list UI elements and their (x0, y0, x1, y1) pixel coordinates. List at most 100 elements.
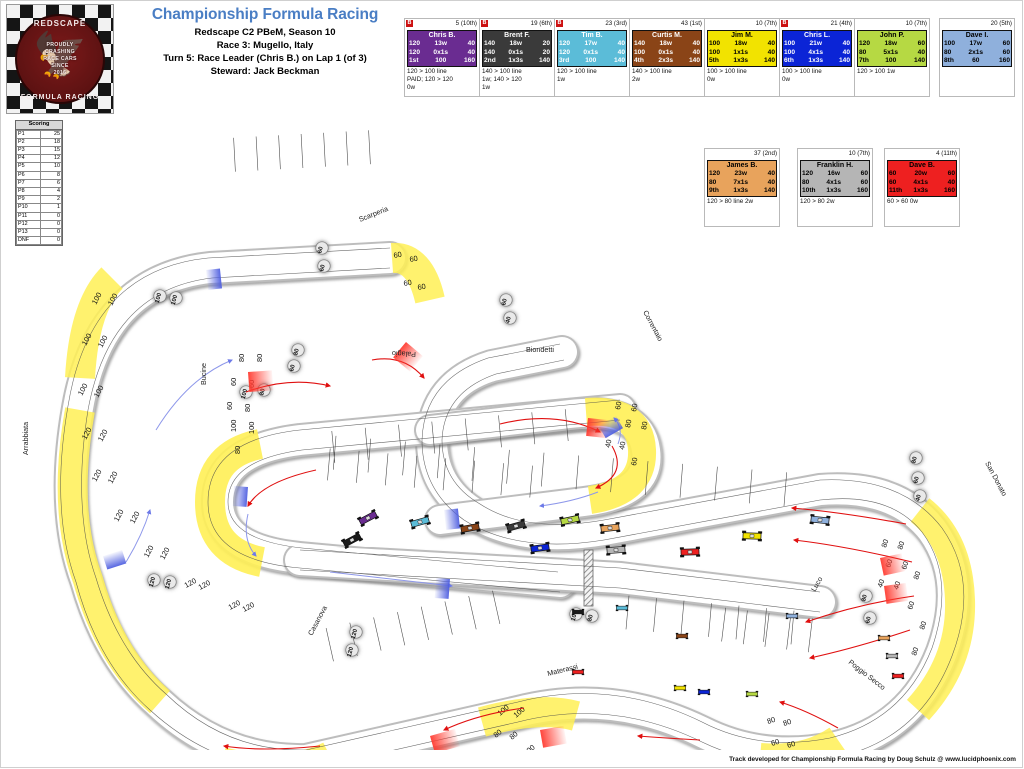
player-card[interactable]: 20 (5th) Dave I. 100 17w 60 80 2x1s 60 8… (939, 18, 1015, 97)
corner-speed-number: 80 (917, 620, 928, 631)
card-stat-row: 140 18w 40 (634, 40, 700, 47)
driver-name: Chris L. (803, 32, 831, 39)
card-stats: 120 17w 40 120 0x1s 40 3rd 100 140 (558, 40, 626, 66)
header: 🦅 PROUDLY CRASHING RACE CARS SINCE 2016 REDS… (0, 0, 1024, 227)
brake-badge: B (406, 20, 413, 27)
corner-label: Arrabbiata (21, 422, 30, 455)
card-note (940, 67, 1014, 96)
corner-label: Correntaio (641, 309, 665, 343)
logo-ring-top: REDSCAPE (33, 19, 87, 28)
logo-ring-bottom: FORMULA RACING (20, 94, 100, 101)
car-token[interactable] (356, 508, 380, 528)
card-stats: 140 18w 40 100 0x1s 40 4th 2x3s 140 (633, 40, 701, 66)
player-card[interactable]: 43 (1st) Curtis M. 140 18w 40 100 0x1s 4… (629, 18, 705, 97)
card-points: 23 (3rd) (605, 20, 627, 27)
card-points: 43 (1st) (681, 20, 702, 27)
car-token[interactable] (605, 544, 627, 556)
redscape-logo: 🦅 PROUDLY CRASHING RACE CARS SINCE 2016 REDS… (6, 4, 114, 114)
corner-speed-number: 60 (629, 457, 639, 467)
card-stat-row: 100 1x1s 40 (709, 48, 775, 56)
card-points: 19 (6th) (530, 20, 552, 27)
card-stat-row: 6th 1x3s 140 (784, 57, 850, 65)
corner-speed-number: 80 (766, 715, 777, 726)
corner-speed-number: 60 (393, 250, 403, 260)
player-card[interactable]: B 5 (10th) Chris B. 120 13w 40 120 0x1s … (404, 18, 480, 97)
card-stat-row: 3rd 100 140 (559, 57, 625, 65)
card-stat-row: 120 0x1s 40 (409, 48, 475, 56)
card-points: 10 (7th) (905, 20, 927, 27)
player-card[interactable]: B 19 (6th) Brent F. 140 18w 20 140 0x1s … (479, 18, 555, 97)
corner-speed-number: 100 (247, 422, 256, 434)
speed-chit: 60 (911, 471, 925, 485)
corner-label: Poggio Secco (847, 657, 887, 691)
car-token[interactable] (679, 546, 701, 558)
card-stat-row: 1st 100 160 (409, 57, 475, 65)
card-note: 120 > 100 1w (857, 67, 895, 75)
driver-name: Brent F. (504, 32, 530, 39)
corner-speed-number: 80 (237, 354, 246, 362)
card-stats: 100 21w 40 100 4x1s 40 6th 1x3s 140 (783, 40, 851, 66)
card-top-row: B 5 (10th) (405, 19, 479, 30)
player-card[interactable]: B 21 (4th) Chris L. 100 21w 40 100 4x1s … (779, 18, 855, 97)
corner-speed-number: 120 (158, 546, 172, 561)
car-marker-icon (885, 652, 899, 660)
car-marker-icon (891, 672, 905, 680)
card-stat-row: 4th 2x3s 140 (634, 57, 700, 65)
card-top-row: 20 (5th) (940, 19, 1014, 30)
speed-chit: 60 (863, 611, 877, 625)
corner-speed-number: 60 (629, 403, 639, 413)
track-map: 100 100 100 100 100 100 120 120 120 120 120 120 120 1… (0, 110, 1024, 750)
speed-chit: 60 (317, 259, 331, 273)
card-stats: 100 17w 60 80 2x1s 60 8th 60 160 (943, 40, 1011, 66)
card-block: Brent F. 140 18w 20 140 0x1s 20 2nd 1x3s… (482, 30, 552, 67)
card-block: Jim M. 100 18w 40 100 1x1s 40 5th 1x3s 1… (707, 30, 777, 67)
card-points: 20 (5th) (990, 20, 1012, 27)
corner-speed-number: 60 (613, 401, 623, 411)
player-card[interactable]: 10 (7th) John P. 120 18w 60 80 5x1s 40 7… (854, 18, 930, 97)
card-block: Tim B. 120 17w 40 120 0x1s 40 3rd 100 14… (557, 30, 627, 67)
card-top-row: B 21 (4th) (780, 19, 854, 30)
card-stat-row: 120 0x1s 40 (559, 48, 625, 56)
corner-speed-number: 80 (895, 540, 906, 551)
speed-chit: 120 (345, 643, 359, 658)
card-points: 21 (4th) (830, 20, 852, 27)
speed-chit: 40 (503, 311, 517, 325)
card-stats: 120 18w 60 80 5x1s 40 7th 100 140 (858, 40, 926, 66)
card-points: 5 (10th) (455, 20, 477, 27)
corner-speed-number: 120 (96, 428, 110, 443)
car-marker-icon (615, 604, 629, 612)
driver-name: John P. (879, 32, 905, 39)
player-card[interactable]: B 23 (3rd) Tim B. 120 17w 40 120 0x1s 40 (554, 18, 630, 97)
footer-credit: Track developed for Championship Formula… (729, 756, 1016, 763)
speed-chit: 80 (585, 609, 599, 623)
corner-speed-number: 120 (128, 510, 142, 525)
card-stat-row: 2nd 1x3s 140 (484, 57, 550, 65)
corner-speed-number: 80 (879, 538, 890, 549)
turn-line: Turn 5: Race Leader (Chris B.) on Lap 1 … (163, 53, 367, 64)
league-line: Redscape C2 PBeM, Season 10 (194, 27, 336, 38)
corner-label: Materassi (546, 662, 579, 678)
speed-chit: 120 (163, 575, 177, 590)
steward-line: Steward: Jack Beckman (210, 66, 320, 77)
card-points: 10 (7th) (755, 20, 777, 27)
card-block: John P. 120 18w 60 80 5x1s 40 7th 100 14… (857, 30, 927, 67)
car-marker-icon (673, 684, 687, 692)
card-block: Dave I. 100 17w 60 80 2x1s 60 8th 60 160 (942, 30, 1012, 67)
speed-chit: 100 (153, 289, 167, 304)
driver-name: Curtis M. (652, 32, 682, 39)
corner-label: Casanova (306, 604, 329, 637)
card-stat-row: 100 17w 60 (944, 40, 1010, 47)
race-report-page: 🦅 PROUDLY CRASHING RACE CARS SINCE 2016 REDS… (0, 0, 1024, 769)
speed-chit: 40 (913, 489, 927, 503)
card-block: Chris B. 120 13w 40 120 0x1s 40 1st 100 … (407, 30, 477, 67)
card-stat-row: 80 2x1s 60 (944, 48, 1010, 56)
corner-speed-number: 120 (112, 508, 126, 523)
car-token[interactable] (741, 530, 763, 542)
corner-speed-number: 120 (90, 468, 104, 483)
card-stat-row: 120 17w 40 (559, 40, 625, 47)
card-stat-row: 100 21w 40 (784, 40, 850, 47)
player-card[interactable]: 10 (7th) Jim M. 100 18w 40 100 1x1s 40 5… (704, 18, 780, 97)
speed-chit: 60 (315, 241, 329, 255)
corner-speed-number: 80 (782, 717, 793, 728)
car-token[interactable] (809, 513, 831, 527)
